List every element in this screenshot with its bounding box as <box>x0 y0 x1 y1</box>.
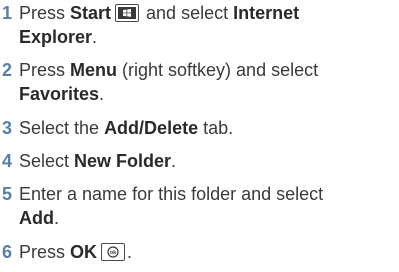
step-text: Press <box>19 3 71 23</box>
step-number: 4 <box>2 151 13 171</box>
step-text: (right softkey) and select <box>117 60 319 80</box>
step-text-line: Enter a name for this folder and select <box>19 182 395 207</box>
ok-key-icon: ok <box>101 243 126 261</box>
step-text: . <box>127 242 133 262</box>
step-keyword: Start <box>70 3 112 23</box>
step-text: . <box>99 84 105 104</box>
step-text: Select <box>19 151 75 171</box>
step-text: Enter a name for this folder and select <box>19 184 324 204</box>
step-text: tab. <box>198 118 234 138</box>
step-keyword: Add <box>19 208 54 228</box>
step-number: 5 <box>2 184 13 204</box>
windows-start-key-icon <box>115 4 140 22</box>
instruction-steps: 1 Press Start and select Internet Explor… <box>0 0 399 272</box>
step-text-line: Press Menu (right softkey) and select <box>19 58 395 83</box>
step-text-line: Favorites. <box>19 82 395 107</box>
step-text: Press <box>19 242 71 262</box>
step-text-line: Select the Add/Delete tab. <box>19 116 395 141</box>
step-text: . <box>92 27 98 47</box>
step-number: 3 <box>2 118 13 138</box>
step-keyword: Explorer <box>19 27 93 47</box>
step-keyword: Favorites <box>19 84 100 104</box>
step-text-line: Select New Folder. <box>19 149 395 174</box>
step-keyword: New Folder <box>74 151 172 171</box>
step-keyword: Menu <box>70 60 118 80</box>
step-text: . <box>54 208 60 228</box>
step-number: 6 <box>2 242 13 262</box>
step-text-line: Add. <box>19 206 395 231</box>
step-keyword: OK <box>70 242 98 262</box>
svg-text:ok: ok <box>110 250 117 256</box>
step-keyword: Internet <box>233 3 300 23</box>
step-number: 1 <box>2 3 13 23</box>
step-text-line: Press Start and select Internet <box>19 1 395 26</box>
step-text: Select the <box>19 118 105 138</box>
step-text-line: Press OK ok. <box>19 240 395 265</box>
step-text: Press <box>19 60 71 80</box>
step-number: 2 <box>2 60 13 80</box>
step-text-line: Explorer. <box>19 25 395 50</box>
step-keyword: Add/Delete <box>104 118 199 138</box>
step-text: and select <box>141 3 234 23</box>
step-text: . <box>171 151 177 171</box>
